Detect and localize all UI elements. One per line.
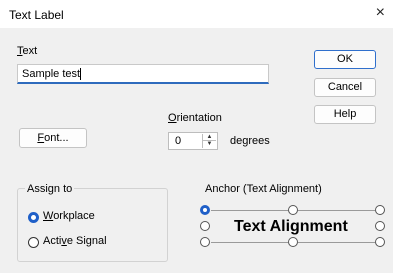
anchor-bottom-left[interactable]	[200, 237, 210, 247]
active-signal-part1: Acti	[43, 235, 62, 247]
dialog-title: Text Label	[9, 8, 64, 22]
anchor-middle-left[interactable]	[200, 221, 210, 231]
workplace-radio[interactable]	[28, 212, 39, 223]
text-label-dialog: Text Label × Text Sample test OK Cancel …	[0, 0, 393, 273]
anchor-line-bottom-right	[298, 242, 375, 243]
font-button[interactable]: Font...	[19, 128, 87, 148]
anchor-middle-right[interactable]	[375, 221, 385, 231]
help-button[interactable]: Help	[314, 105, 376, 124]
orientation-label-rest: rientation	[176, 112, 222, 124]
orientation-label: Orientation	[168, 112, 222, 124]
spin-down-icon[interactable]: ▼	[203, 141, 216, 148]
spin-up-icon[interactable]: ▲	[203, 134, 216, 141]
anchor-line-top-right	[298, 210, 375, 211]
close-icon[interactable]: ×	[376, 4, 385, 22]
orientation-mnemonic: O	[168, 112, 177, 124]
active-signal-radio[interactable]	[28, 237, 39, 248]
text-label: Text	[17, 45, 37, 57]
anchor-line-top-left	[211, 210, 288, 211]
anchor-top-center[interactable]	[288, 205, 298, 215]
active-signal-part2: e Signal	[66, 235, 107, 247]
title-bar: Text Label ×	[0, 0, 393, 28]
assign-to-title: Assign to	[25, 183, 75, 195]
workplace-mnemonic: W	[43, 210, 54, 222]
text-caret	[80, 68, 81, 80]
orientation-spinner[interactable]: 0 ▲ ▼	[168, 132, 218, 150]
anchor-title: Anchor (Text Alignment)	[205, 183, 322, 195]
alignment-preview-text: Text Alignment	[234, 218, 348, 235]
anchor-bottom-right[interactable]	[375, 237, 385, 247]
anchor-top-left[interactable]	[200, 205, 210, 215]
anchor-bottom-center[interactable]	[288, 237, 298, 247]
text-input[interactable]: Sample test	[17, 64, 269, 84]
text-label-rest: ext	[22, 45, 38, 57]
text-input-value: Sample test	[22, 68, 81, 80]
assign-to-group	[17, 188, 168, 262]
active-signal-label[interactable]: Active Signal	[43, 235, 107, 247]
spinner-arrows[interactable]: ▲ ▼	[202, 134, 216, 148]
ok-button[interactable]: OK	[314, 50, 376, 69]
orientation-unit: degrees	[230, 135, 270, 147]
anchor-top-right[interactable]	[375, 205, 385, 215]
workplace-label-rest: orkplace	[53, 210, 95, 222]
workplace-label[interactable]: Workplace	[43, 210, 95, 222]
orientation-value: 0	[175, 135, 182, 147]
anchor-line-bottom-left	[211, 242, 288, 243]
cancel-button[interactable]: Cancel	[314, 78, 376, 97]
font-label-rest: ont...	[44, 132, 69, 144]
